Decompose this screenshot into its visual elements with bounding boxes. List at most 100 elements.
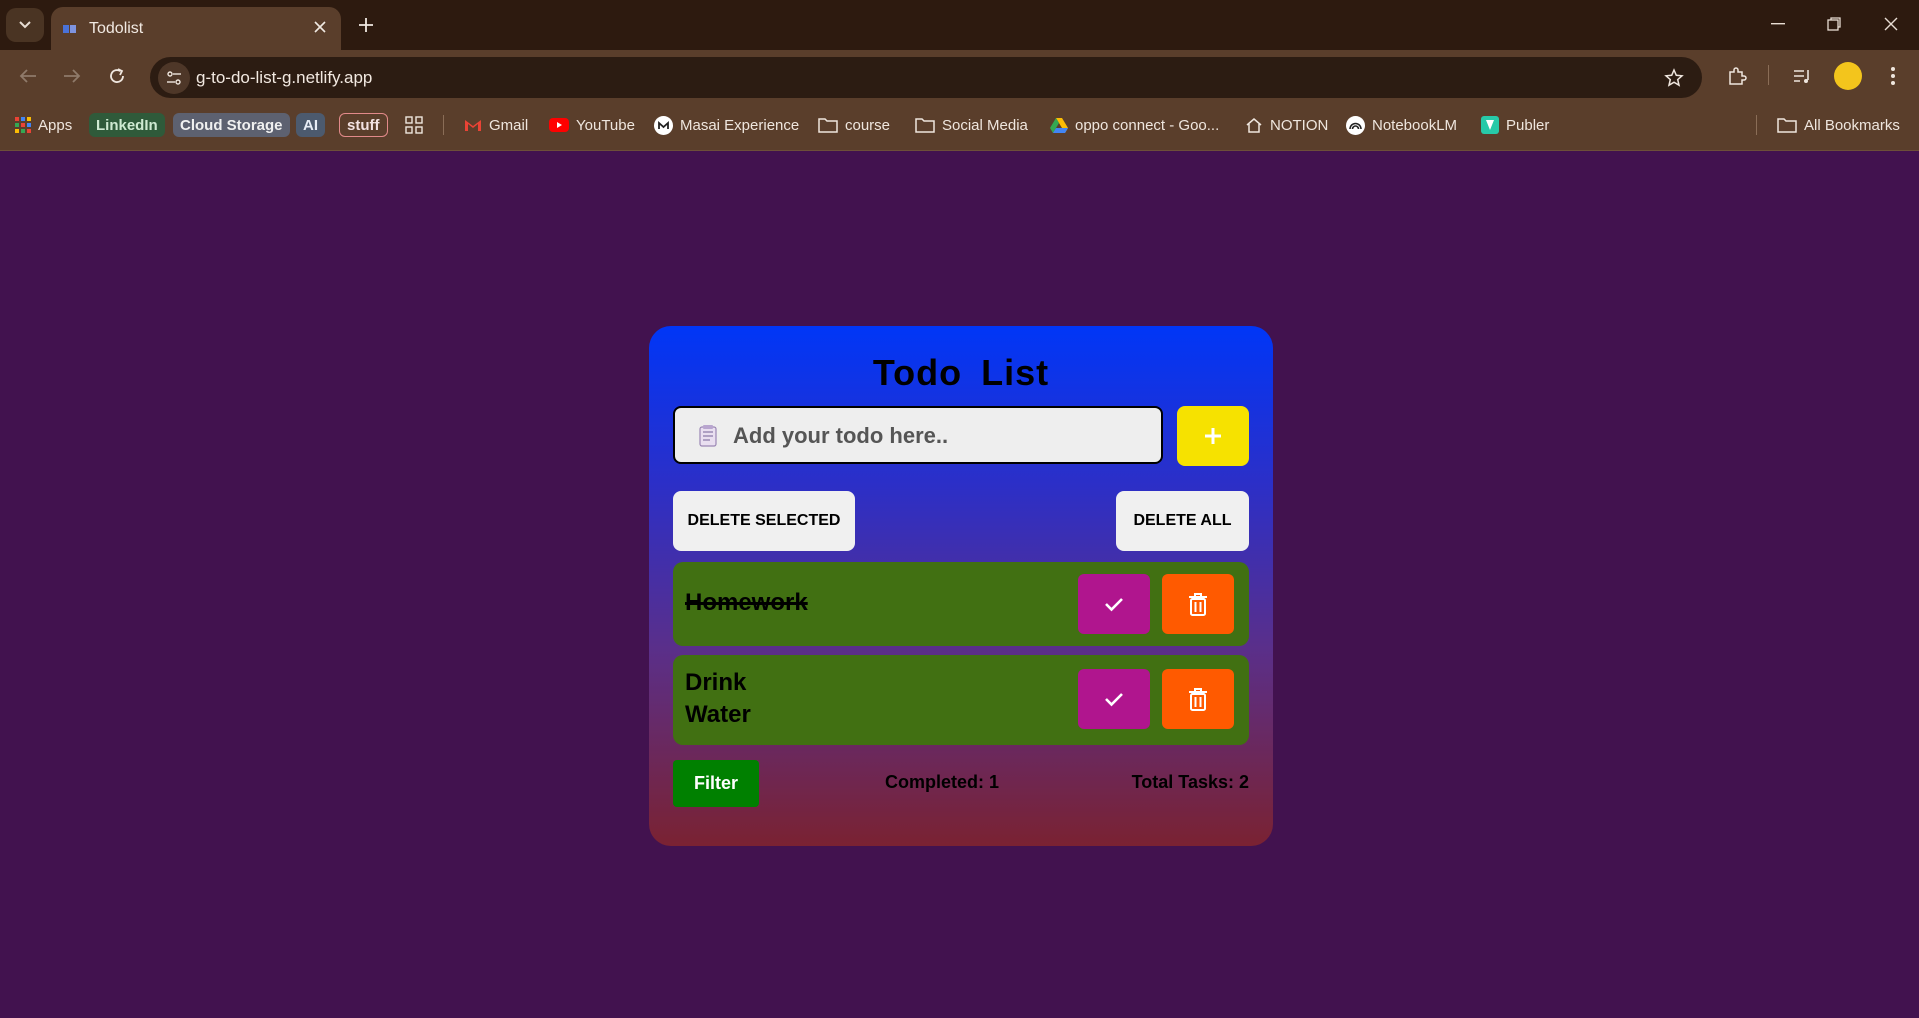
todo-input[interactable] — [733, 421, 1153, 451]
bookmark-cloud-storage[interactable]: Cloud Storage — [173, 113, 290, 137]
checkmark-icon — [1105, 598, 1123, 612]
folder-icon — [818, 118, 838, 133]
minimize-button[interactable] — [1758, 10, 1798, 38]
google-drive-icon — [1050, 118, 1068, 133]
extensions-button[interactable] — [1723, 62, 1751, 90]
delete-selected-button[interactable]: DELETE SELECTED — [673, 491, 855, 551]
tab-search-button[interactable] — [6, 8, 44, 42]
todo-text[interactable]: Homework — [685, 587, 808, 619]
media-control-button[interactable] — [1788, 62, 1816, 90]
browser-menu-button[interactable] — [1879, 62, 1907, 90]
gmail-icon — [465, 120, 481, 131]
site-info-button[interactable] — [158, 62, 190, 94]
puzzle-icon — [1729, 67, 1747, 85]
star-icon — [1664, 68, 1684, 87]
home-icon — [1246, 118, 1262, 133]
complete-todo-button[interactable] — [1078, 669, 1150, 729]
bookmark-label: course — [845, 116, 891, 134]
grid-icon — [405, 116, 423, 134]
filter-button[interactable]: Filter — [673, 760, 759, 807]
plus-icon — [1205, 428, 1221, 444]
bookmark-label: Apps — [38, 116, 73, 134]
restore-button[interactable] — [1814, 10, 1854, 38]
address-bar[interactable]: g-to-do-list-g.netlify.app — [150, 57, 1702, 98]
bookmark-ai[interactable]: AI — [296, 113, 325, 137]
new-tab-button[interactable] — [352, 11, 380, 39]
arrow-right-icon — [64, 69, 81, 83]
bookmark-oppo-connect[interactable]: oppo connect - Goo... — [1050, 112, 1219, 138]
bookmark-label: Gmail — [489, 116, 529, 134]
bookmark-all-bookmarks[interactable]: All Bookmarks — [1777, 112, 1900, 138]
restore-icon — [1827, 17, 1841, 31]
apps-grid-icon — [15, 117, 31, 133]
add-todo-button[interactable] — [1177, 406, 1249, 466]
bookmark-label: Publer — [1506, 116, 1550, 134]
browser-toolbar: g-to-do-list-g.netlify.app — [0, 50, 1919, 100]
plus-icon — [359, 18, 373, 32]
bookmark-folder-social-media[interactable]: Social Media — [915, 112, 1028, 138]
reload-button[interactable] — [101, 60, 133, 92]
delete-todo-button[interactable] — [1162, 669, 1234, 729]
toolbar-divider — [1768, 65, 1769, 85]
bookmark-stuff[interactable]: stuff — [339, 113, 388, 137]
back-button[interactable] — [12, 60, 44, 92]
bookmark-label: Masai Experience — [680, 116, 800, 134]
bookmark-label: All Bookmarks — [1804, 116, 1900, 134]
folder-icon — [915, 118, 935, 133]
youtube-icon — [549, 118, 569, 132]
checkmark-icon — [1105, 693, 1123, 707]
bookmark-youtube[interactable]: YouTube — [549, 112, 635, 138]
masai-logo-icon — [654, 115, 673, 135]
tab-title: Todolist — [89, 20, 144, 37]
bookmark-notebooklm[interactable]: NotebookLM — [1346, 112, 1457, 138]
minimize-icon — [1771, 23, 1785, 25]
more-vertical-icon — [1891, 67, 1895, 85]
bookmark-masai[interactable]: Masai Experience — [654, 112, 799, 138]
profile-avatar[interactable] — [1834, 62, 1862, 90]
todolist-favicon-icon — [63, 25, 76, 33]
todo-text[interactable]: Drink Water — [685, 667, 751, 731]
todo-card: Todo List DELETE SELECTED DELETE ALL Hom… — [649, 326, 1273, 846]
bookmark-label: NOTION — [1270, 116, 1329, 134]
bookmark-label: oppo connect - Goo... — [1075, 116, 1220, 134]
tune-icon — [167, 71, 181, 85]
bookmark-publer[interactable]: Publer — [1481, 112, 1549, 138]
bookmark-label: YouTube — [576, 116, 635, 134]
notepad-icon — [699, 425, 717, 447]
bookmark-linkedin[interactable]: LinkedIn — [89, 113, 165, 137]
url-text: g-to-do-list-g.netlify.app — [196, 68, 373, 87]
trash-icon — [1189, 688, 1207, 711]
tab-groups-button[interactable] — [405, 112, 423, 138]
notebooklm-icon — [1346, 115, 1365, 135]
folder-icon — [1777, 118, 1797, 133]
chevron-down-icon — [19, 21, 31, 29]
total-tasks-count: Total Tasks: 2 — [1131, 772, 1249, 792]
bookmark-label: NotebookLM — [1372, 116, 1458, 134]
bookmark-star-button[interactable] — [1662, 66, 1686, 90]
close-window-button[interactable] — [1871, 10, 1911, 38]
close-tab-icon[interactable] — [309, 16, 331, 38]
delete-todo-button[interactable] — [1162, 574, 1234, 634]
bookmark-divider — [443, 115, 444, 135]
close-icon — [1884, 17, 1898, 31]
browser-tab-bar: Todolist — [0, 0, 1919, 50]
reload-icon — [110, 68, 124, 83]
publer-icon — [1481, 116, 1499, 134]
todo-item: Homework — [673, 562, 1249, 646]
bookmark-divider — [1756, 115, 1757, 135]
completed-count: Completed: 1 — [885, 772, 1000, 792]
bookmark-gmail[interactable]: Gmail — [464, 112, 528, 138]
arrow-left-icon — [19, 69, 36, 83]
page-title: Todo List — [872, 352, 1050, 393]
active-tab[interactable]: Todolist — [51, 7, 341, 50]
bookmarks-bar: Apps LinkedIn Cloud Storage AI stuff Gma… — [0, 100, 1919, 151]
forward-button[interactable] — [56, 60, 88, 92]
playlist-icon — [1794, 70, 1809, 83]
bookmark-apps[interactable]: Apps — [15, 112, 72, 138]
bookmark-folder-course[interactable]: course — [818, 112, 890, 138]
bookmark-notion[interactable]: NOTION — [1245, 112, 1328, 138]
delete-all-button[interactable]: DELETE ALL — [1116, 491, 1249, 551]
complete-todo-button[interactable] — [1078, 574, 1150, 634]
trash-icon — [1189, 593, 1207, 616]
todo-item: Drink Water — [673, 655, 1249, 745]
